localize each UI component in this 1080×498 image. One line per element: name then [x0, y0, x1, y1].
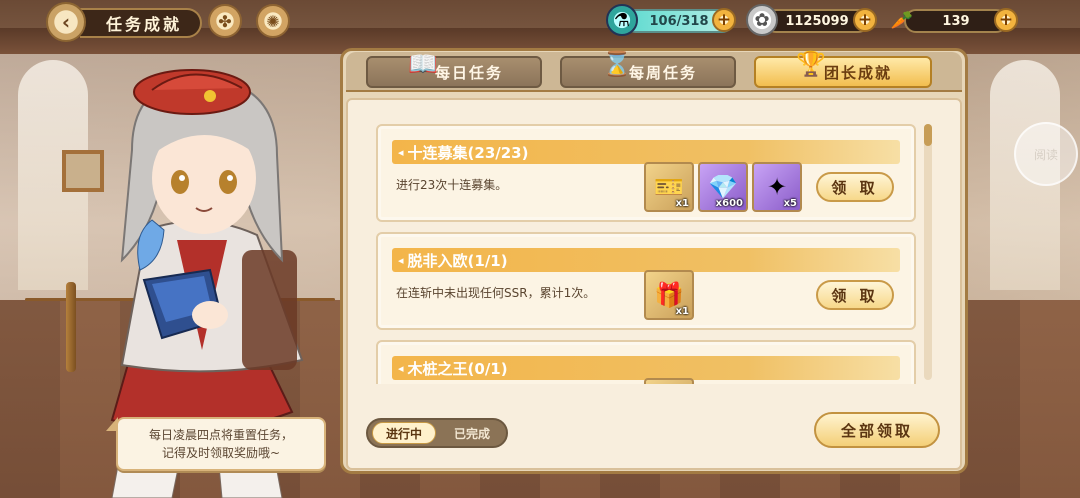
- add-coins-button[interactable]: +: [853, 8, 877, 32]
- list-item: ◂ 木桩之王(0/1): [376, 340, 916, 384]
- task-description: 在连斩中未出现任何SSR，累计1次。: [396, 286, 596, 300]
- reward-item[interactable]: 💎 x600: [698, 162, 748, 212]
- filter-in-progress[interactable]: 进行中: [372, 422, 436, 444]
- reward-qty: x5: [783, 198, 797, 209]
- top-bar: 任务成就 ‹ ✤ ✺ 106/318 ⚗ + 1125099 ✿ + 139 🥕…: [0, 0, 1080, 44]
- gift-box-icon: 🎁: [654, 281, 684, 309]
- reward-qty: x1: [675, 198, 689, 209]
- bullet-icon: ◂: [398, 361, 404, 375]
- reward-item[interactable]: 🎁 x1: [644, 270, 694, 320]
- rainbow-crystal-icon: ✦: [766, 173, 788, 201]
- coin-icon: ✿: [746, 4, 778, 36]
- clover-icon[interactable]: ✤: [208, 4, 242, 38]
- page-title: 任务成就: [80, 8, 202, 38]
- read-label: 阅读: [1033, 147, 1058, 162]
- barrier-post: [66, 282, 76, 372]
- task-title-bar: ◂ 脱非入欧(1/1): [392, 248, 900, 272]
- tab-daily-tasks[interactable]: 📖 每日任务: [366, 50, 542, 88]
- task-title-bar: ◂ 木桩之王(0/1): [392, 356, 900, 380]
- list-item: ◂ 十连募集(23/23) 进行23次十连募集。 🎫 x1 💎 x600 ✦ x…: [376, 124, 916, 222]
- ticket-icon: 🎫: [654, 173, 684, 201]
- task-title: 脱非入欧(1/1): [407, 251, 508, 270]
- bullet-icon: ◂: [398, 253, 404, 267]
- add-energy-button[interactable]: +: [712, 8, 736, 32]
- reward-qty: x600: [715, 198, 743, 209]
- list-item: ◂ 脱非入欧(1/1) 在连斩中未出现任何SSR，累计1次。 🎁 x1 领 取: [376, 232, 916, 330]
- tab-weekly-tasks[interactable]: ⌛ 每周任务: [560, 50, 736, 88]
- scrollbar-track[interactable]: [924, 124, 932, 380]
- task-title-bar: ◂ 十连募集(23/23): [392, 140, 900, 164]
- compass-icon[interactable]: ✺: [256, 4, 290, 38]
- carrot-counter: 139: [904, 9, 1008, 33]
- tab-label: 每周任务: [628, 63, 697, 82]
- claim-all-button[interactable]: 全部领取: [814, 412, 940, 448]
- tab-label: 每日任务: [434, 63, 503, 82]
- claim-button[interactable]: 领 取: [816, 280, 894, 310]
- reward-item[interactable]: 🎫 x1: [644, 162, 694, 212]
- potion-icon: ⚗: [606, 4, 638, 36]
- task-title: 木桩之王(0/1): [407, 359, 508, 378]
- tab-label: 团长成就: [823, 63, 892, 82]
- claim-button[interactable]: 领 取: [816, 172, 894, 202]
- purple-crystal-icon: 💎: [708, 173, 738, 201]
- scrollbar-thumb[interactable]: [924, 124, 932, 146]
- task-list[interactable]: ◂ 十连募集(23/23) 进行23次十连募集。 🎫 x1 💎 x600 ✦ x…: [376, 120, 920, 384]
- trophy-icon: 🏆: [796, 50, 828, 78]
- tab-leader-achievements[interactable]: 🏆 团长成就: [754, 50, 932, 88]
- speech-text: 每日凌晨四点将重置任务， 记得及时领取奖励哦~: [148, 428, 293, 460]
- notebook-icon: 📖: [408, 50, 440, 78]
- reward-qty: x1: [675, 306, 689, 317]
- back-arrow-icon: ‹: [61, 10, 71, 34]
- reward-item[interactable]: [644, 378, 694, 384]
- hourglass-icon: ⌛: [602, 50, 634, 78]
- filter-completed[interactable]: 已完成: [440, 422, 504, 444]
- task-description: 进行23次十连募集。: [396, 178, 508, 192]
- character-speech-bubble: 每日凌晨四点将重置任务， 记得及时领取奖励哦~: [106, 417, 326, 471]
- carrot-icon: 🥕: [890, 9, 914, 31]
- task-title: 十连募集(23/23): [407, 143, 529, 162]
- add-carrots-button[interactable]: +: [994, 8, 1018, 32]
- bullet-icon: ◂: [398, 145, 404, 159]
- back-button[interactable]: ‹: [46, 2, 86, 42]
- read-float-button[interactable]: 阅读: [1014, 122, 1078, 186]
- reward-item[interactable]: ✦ x5: [752, 162, 802, 212]
- status-filter-toggle: 进行中 已完成: [366, 418, 508, 448]
